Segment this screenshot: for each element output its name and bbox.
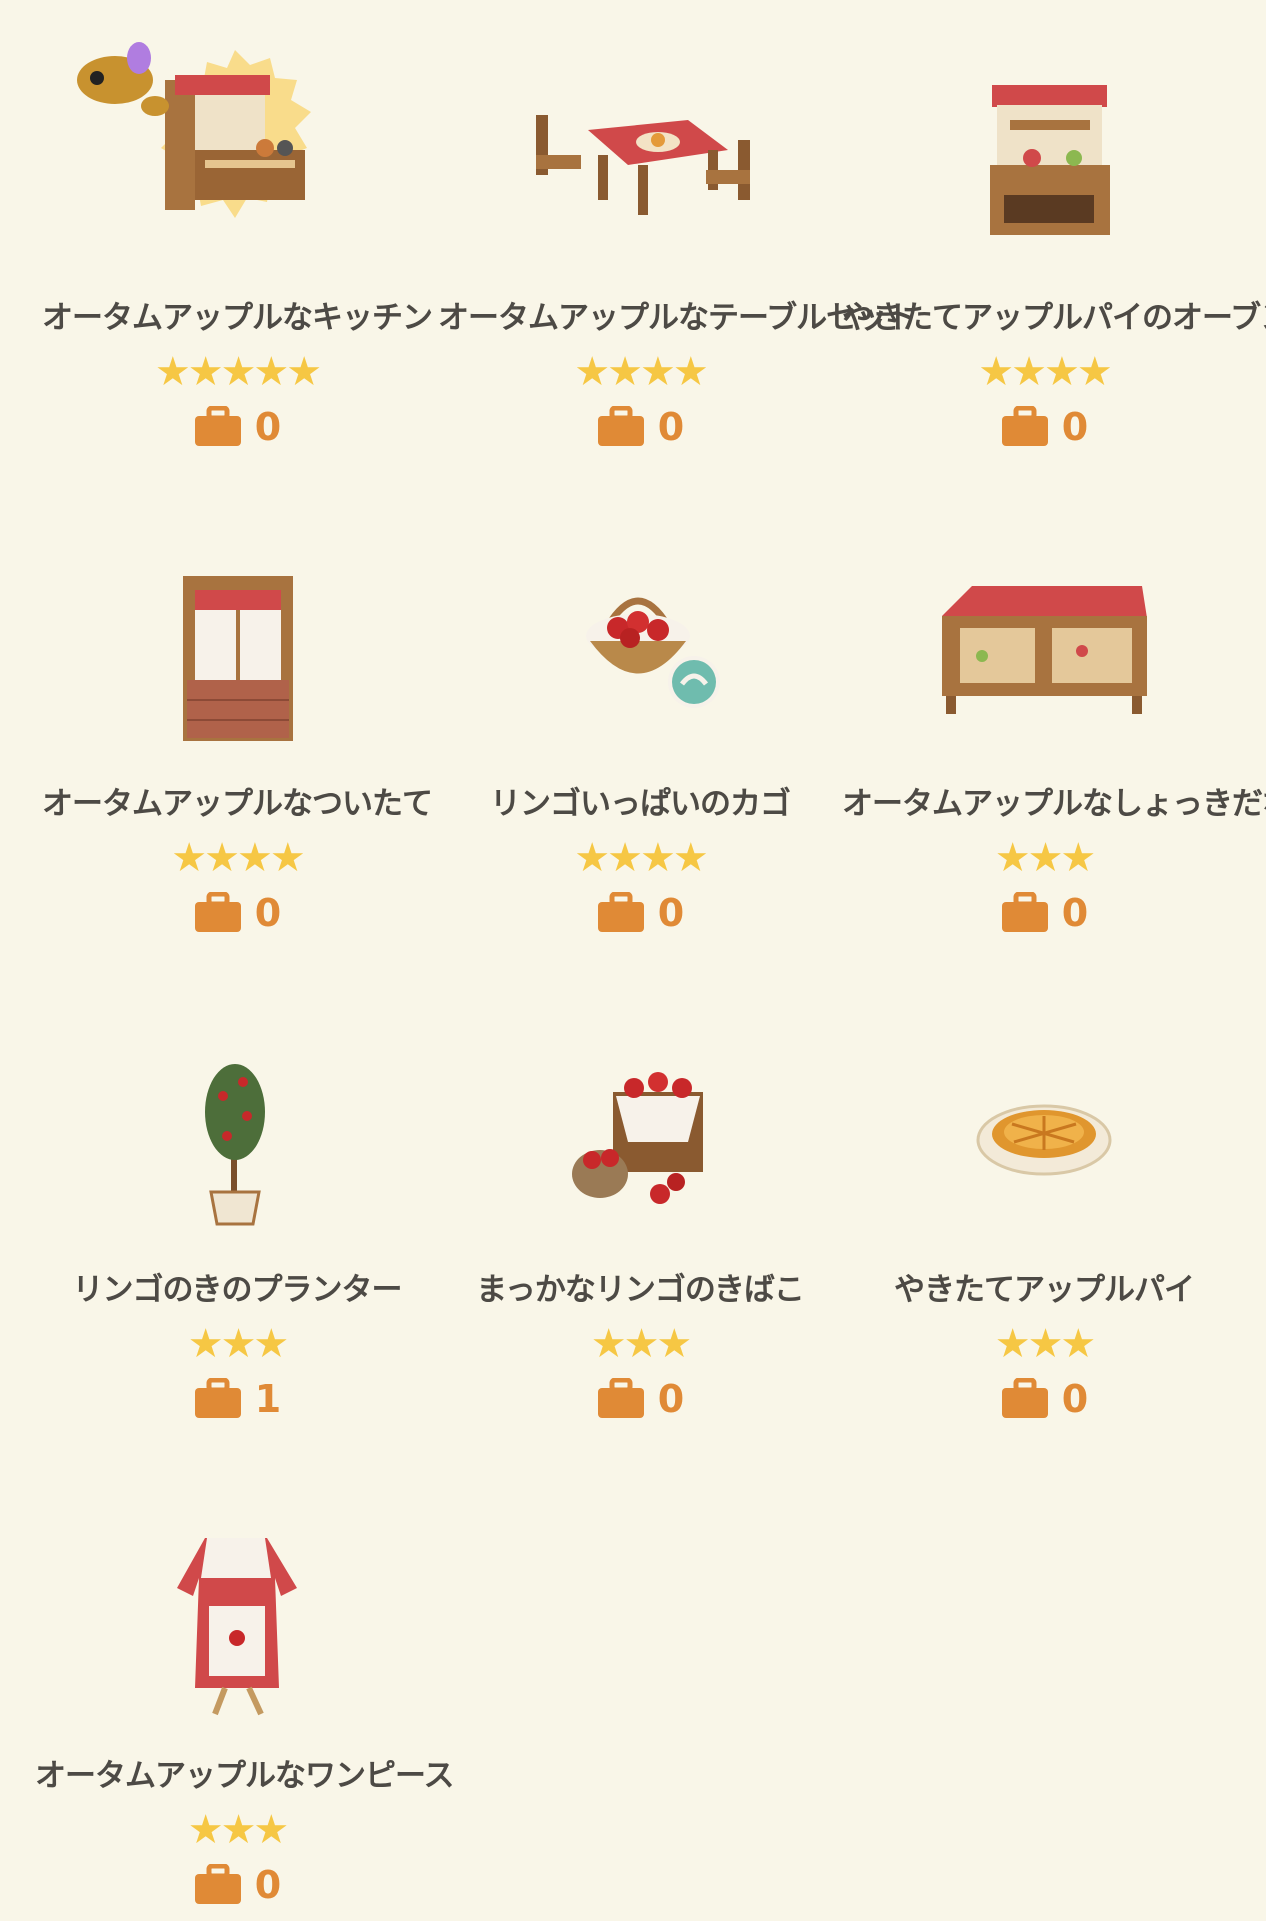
item-name: まっかなリンゴのきばこ: [476, 1272, 805, 1308]
item-card-apple-tree-planter[interactable]: リンゴのきのプランター ★★★ 1: [35, 972, 439, 1458]
rarity-stars: ★★★: [994, 835, 1097, 881]
item-card-apple-basket[interactable]: リンゴいっぱいのカゴ ★★★★ 0: [438, 486, 842, 972]
item-card-apple-crate[interactable]: まっかなリンゴのきばこ ★★★ 0: [438, 972, 842, 1458]
item-card-partition[interactable]: オータムアップルなついたて ★★★★ 0: [35, 486, 439, 972]
bag-icon: [597, 892, 644, 932]
owned-count-value: 0: [657, 1377, 685, 1421]
owned-count-value: 0: [657, 405, 685, 449]
bag-icon: [194, 892, 241, 932]
owned-count: 0: [35, 1860, 439, 1910]
item-name: やきたてアップルパイのオーブン: [842, 300, 1266, 336]
item-name: オータムアップルなワンピース: [35, 1758, 454, 1794]
rarity-stars: ★★★: [187, 1807, 290, 1853]
item-name: リンゴいっぱいのカゴ: [490, 786, 791, 822]
oven-icon: [990, 85, 1110, 235]
owned-count: 0: [438, 888, 842, 938]
partition-icon: [183, 576, 293, 741]
owned-count: 0: [842, 402, 1246, 452]
owned-count-value: 0: [254, 891, 282, 935]
bag-icon: [194, 406, 241, 446]
bag-icon: [194, 1864, 241, 1904]
item-thumbnail: [438, 20, 842, 280]
owned-count: 0: [35, 402, 439, 452]
bag-icon: [597, 1378, 644, 1418]
item-card-apple-pie[interactable]: やきたてアップルパイ ★★★ 0: [842, 972, 1246, 1458]
rarity-stars: ★★★★: [574, 835, 708, 881]
item-thumbnail: [842, 992, 1246, 1252]
item-thumbnail: [35, 20, 439, 280]
item-card-oven[interactable]: やきたてアップルパイのオーブン ★★★★ 0: [842, 0, 1266, 486]
apple-basket-icon: [586, 597, 690, 674]
rarity-stars: ★★★★: [978, 349, 1112, 395]
kitchen-icon: [77, 42, 311, 218]
owned-count-value: 0: [657, 891, 685, 935]
table-set-icon: [536, 115, 750, 215]
item-name: オータムアップルなしょっきだな: [842, 786, 1266, 822]
bag-icon: [1001, 406, 1048, 446]
item-thumbnail: [842, 20, 1246, 280]
item-card-table-set[interactable]: オータムアップルなテーブルセット ★★★★ 0: [438, 0, 917, 486]
item-thumbnail: [35, 506, 439, 766]
bag-icon: [1001, 1378, 1048, 1418]
item-thumbnail: [842, 506, 1246, 766]
owned-count-value: 0: [1061, 891, 1089, 935]
item-thumbnail: [35, 992, 439, 1252]
rarity-stars: ★★★★: [171, 835, 305, 881]
owned-count: 0: [438, 402, 842, 452]
owned-count: 0: [35, 888, 439, 938]
owned-count: 1: [35, 1374, 439, 1424]
item-card-cupboard[interactable]: オータムアップルなしょっきだな ★★★ 0: [842, 486, 1266, 972]
item-thumbnail: [438, 992, 842, 1252]
apple-tree-planter-icon: [205, 1064, 265, 1226]
item-name: やきたてアップルパイ: [894, 1272, 1195, 1308]
cupboard-icon: [942, 586, 1147, 714]
item-name: オータムアップルなテーブルセット: [438, 300, 917, 336]
owned-count-value: 0: [254, 1863, 282, 1907]
item-name: リンゴのきのプランター: [72, 1272, 402, 1308]
item-card-dress[interactable]: オータムアップルなワンピース ★★★ 0: [35, 1458, 454, 1921]
apple-crate-icon: [572, 1072, 703, 1204]
bag-icon: [194, 1378, 241, 1418]
owned-count-value: 1: [254, 1377, 282, 1421]
item-grid: オータムアップルなキッチン ★★★★★ 0 オータムアップルなテーブルセット ★…: [0, 0, 1266, 1921]
item-name: オータムアップルなキッチン: [42, 300, 433, 336]
item-card-kitchen[interactable]: オータムアップルなキッチン ★★★★★ 0: [35, 0, 439, 486]
rarity-stars: ★★★: [590, 1321, 693, 1367]
apple-pie-icon: [976, 1104, 1112, 1176]
owned-count-value: 0: [254, 405, 282, 449]
bag-icon: [597, 406, 644, 446]
owned-count-value: 0: [1061, 405, 1089, 449]
dress-icon: [177, 1538, 297, 1716]
owned-count: 0: [438, 1374, 842, 1424]
rarity-stars: ★★★★: [574, 349, 708, 395]
item-name: オータムアップルなついたて: [42, 786, 433, 822]
owned-count-value: 0: [1061, 1377, 1089, 1421]
owned-count: 0: [842, 1374, 1246, 1424]
remake-badge-icon: [668, 656, 720, 708]
owned-count: 0: [842, 888, 1246, 938]
bag-icon: [1001, 892, 1048, 932]
rarity-stars: ★★★: [187, 1321, 290, 1367]
item-thumbnail: [438, 506, 842, 766]
rarity-stars: ★★★: [994, 1321, 1097, 1367]
rarity-stars: ★★★★★: [154, 349, 322, 395]
item-thumbnail: [35, 1478, 439, 1738]
